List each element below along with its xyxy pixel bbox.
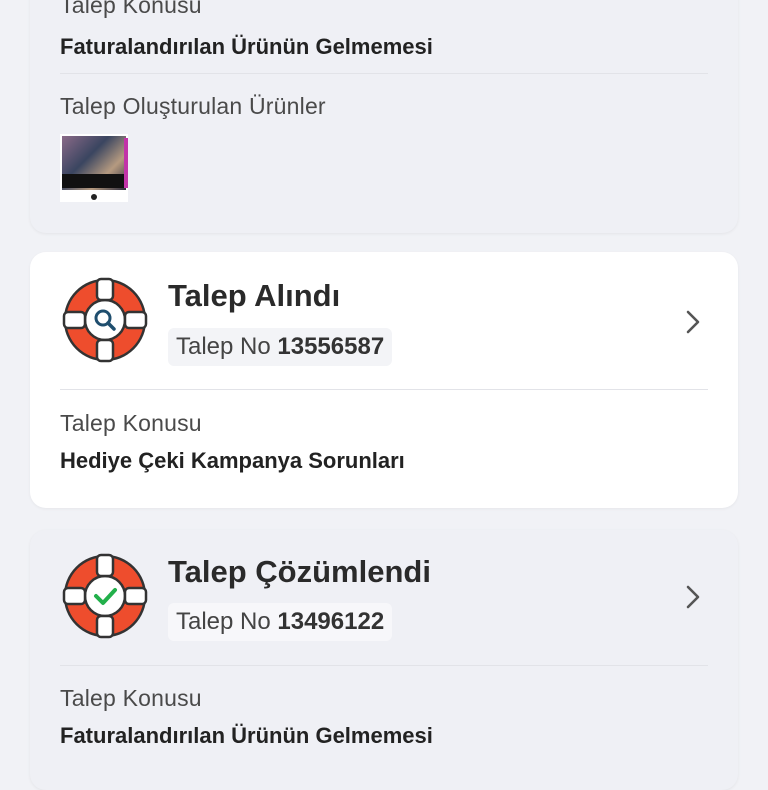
topic-value: Hediye Çeki Kampanya Sorunları xyxy=(60,448,405,473)
product-image-dot xyxy=(91,194,97,200)
chevron-right-icon[interactable] xyxy=(680,309,706,335)
lifebuoy-search-icon xyxy=(62,277,148,363)
product-image-accent xyxy=(124,138,128,188)
request-number-badge: Talep No 13496122 xyxy=(168,603,393,641)
request-number-label: Talep No xyxy=(176,333,278,360)
topic-value: Faturalandırılan Ürünün Gelmemesi xyxy=(60,723,433,748)
topic-label: Talep Konusu xyxy=(60,410,202,436)
request-card[interactable]: Talep Alındı Talep No 13556587 Talep Kon… xyxy=(30,252,738,508)
product-image-strip xyxy=(62,174,126,188)
topic-label: Talep Konusu xyxy=(60,685,202,711)
request-number-badge: Talep No 13556587 xyxy=(168,328,393,366)
request-number: 13556587 xyxy=(277,333,385,360)
request-number-label: Talep No xyxy=(176,608,278,635)
status-title: Talep Çözümlendi xyxy=(168,554,431,589)
request-card[interactable]: Talep Çözümlendi Talep No 13496122 Talep… xyxy=(30,530,738,790)
topic-value: Faturalandırılan Ürünün Gelmemesi xyxy=(60,34,433,59)
divider xyxy=(60,665,708,666)
topic-label: Talep Konusu xyxy=(60,0,202,18)
product-thumbnail[interactable] xyxy=(60,134,128,202)
products-label: Talep Oluşturulan Ürünler xyxy=(60,93,326,119)
divider xyxy=(60,73,708,74)
chevron-right-icon[interactable] xyxy=(680,584,706,610)
request-card[interactable]: Talep Konusu Faturalandırılan Ürünün Gel… xyxy=(30,0,738,233)
lifebuoy-check-icon xyxy=(62,553,148,639)
request-number: 13496122 xyxy=(277,608,385,635)
divider xyxy=(60,389,708,390)
status-title: Talep Alındı xyxy=(168,278,341,313)
